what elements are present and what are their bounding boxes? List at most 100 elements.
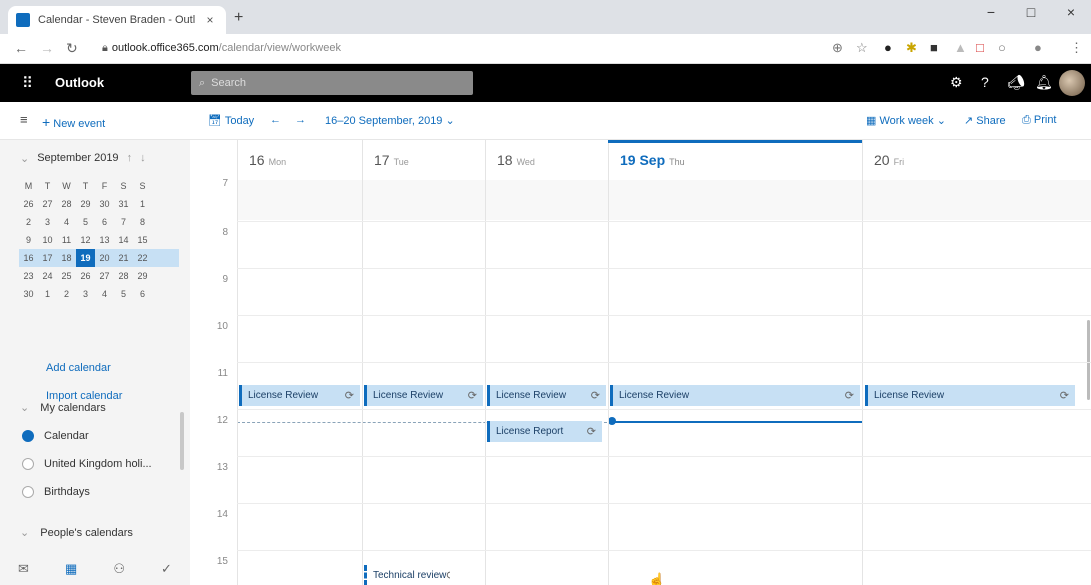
mini-calendar-day[interactable]: 30 [95, 195, 114, 213]
mini-calendar-day[interactable]: 31 [114, 195, 133, 213]
mini-calendar-day[interactable]: 10 [38, 231, 57, 249]
extension-red-icon[interactable]: □ [976, 40, 984, 55]
mini-calendar-day[interactable]: 3 [76, 285, 95, 303]
mini-calendar-day[interactable]: 8 [133, 213, 152, 231]
mini-calendar-day[interactable]: 17 [38, 249, 57, 267]
profile-icon[interactable]: ● [1034, 40, 1042, 55]
maximize-button[interactable]: □ [1011, 4, 1051, 20]
calendar-item-uk-holidays[interactable]: United Kingdom holi... [22, 458, 152, 470]
mini-calendar-day[interactable]: 4 [57, 213, 76, 231]
grid-scrollbar[interactable] [1087, 320, 1090, 400]
mini-calendar-day[interactable]: 1 [133, 195, 152, 213]
mini-calendar-day[interactable]: 22 [133, 249, 152, 267]
people-icon[interactable]: ⚇ [113, 561, 125, 577]
chrome-menu-icon[interactable]: ⋮ [1070, 40, 1083, 56]
new-tab-button[interactable]: + [234, 9, 243, 27]
mini-calendar-day[interactable]: 6 [133, 285, 152, 303]
mini-calendar-day[interactable]: 5 [114, 285, 133, 303]
help-icon[interactable]: ? [981, 74, 989, 90]
whats-new-megaphone-icon[interactable]: 📣︎ [1007, 74, 1025, 91]
share-button[interactable]: ↗ Share [964, 114, 1006, 127]
close-window-button[interactable]: × [1051, 4, 1091, 20]
next-week-arrow-icon[interactable]: → [295, 114, 306, 126]
url-field[interactable]: 🔒︎ outlook.office365.com/calendar/view/wo… [102, 42, 341, 55]
mini-calendar-day[interactable]: 30 [19, 285, 38, 303]
new-event-button[interactable]: + New event [42, 114, 105, 130]
mini-calendar-month[interactable]: September 2019 [37, 152, 118, 165]
mini-calendar-day[interactable]: 19 [76, 249, 95, 267]
previous-week-arrow-icon[interactable]: ← [270, 114, 281, 126]
mini-calendar-day[interactable]: 7 [114, 213, 133, 231]
mini-calendar-day[interactable]: 16 [19, 249, 38, 267]
tasks-icon[interactable]: ✓ [161, 561, 172, 577]
day-header-today[interactable]: 19 Sep Thu [608, 140, 862, 180]
date-range-picker[interactable]: 16–20 September, 2019 ⌄ [325, 114, 455, 127]
mini-calendar-day[interactable]: 26 [19, 195, 38, 213]
my-calendars-header[interactable]: ⌄ My calendars [20, 401, 106, 414]
site-settings-icon[interactable]: ⊕ [832, 40, 843, 56]
bookmark-star-icon[interactable]: ☆ [856, 40, 868, 56]
print-button[interactable]: ⎙ Print [1022, 114, 1057, 127]
mini-calendar-day[interactable]: 2 [19, 213, 38, 231]
mini-calendar-day[interactable]: 15 [133, 231, 152, 249]
mini-calendar-day[interactable]: 24 [38, 267, 57, 285]
calendar-event[interactable]: License Review ⟳ [239, 385, 360, 406]
mini-calendar-day[interactable]: 23 [19, 267, 38, 285]
notifications-bell-icon[interactable]: 🔔︎ [1035, 74, 1053, 91]
extension-dark-icon[interactable]: ● [884, 40, 892, 55]
calendar-icon[interactable]: ▦ [65, 561, 77, 577]
settings-gear-icon[interactable]: ⚙ [950, 74, 963, 91]
mini-calendar-day[interactable]: 26 [76, 267, 95, 285]
mini-calendar-day[interactable]: 29 [76, 195, 95, 213]
day-header[interactable]: 17 Tue [362, 140, 485, 180]
add-calendar-link[interactable]: Add calendar [46, 362, 111, 374]
mini-calendar-day[interactable]: 13 [95, 231, 114, 249]
mail-icon[interactable]: ✉ [18, 561, 29, 577]
calendar-event[interactable]: Technical review⟳ [364, 565, 450, 585]
today-button[interactable]: 📅︎ Today [208, 114, 254, 127]
calendar-item-birthdays[interactable]: Birthdays [22, 486, 90, 498]
mini-calendar-day[interactable]: 2 [57, 285, 76, 303]
left-pane-scrollbar[interactable] [180, 412, 184, 470]
minimize-button[interactable]: − [971, 4, 1011, 20]
reload-icon[interactable]: ↻ [66, 40, 78, 57]
tab-close-icon[interactable]: × [202, 13, 218, 27]
extension-drive-icon[interactable]: ▲ [954, 40, 967, 55]
back-arrow-icon[interactable]: ← [14, 40, 28, 56]
mini-calendar-day[interactable]: 6 [95, 213, 114, 231]
calendar-item-calendar[interactable]: Calendar [22, 430, 89, 442]
browser-tab[interactable]: Calendar - Steven Braden - Outl × [8, 6, 226, 34]
mini-calendar-day[interactable]: 9 [19, 231, 38, 249]
app-name[interactable]: Outlook [55, 75, 104, 90]
mini-calendar-day[interactable]: 1 [38, 285, 57, 303]
prev-month-arrow-icon[interactable]: ↑ [127, 152, 133, 165]
calendar-event[interactable]: License Review ⟳ [487, 385, 606, 406]
mini-calendar-day[interactable]: 20 [95, 249, 114, 267]
hamburger-menu-icon[interactable]: ≡ [20, 112, 28, 127]
mini-calendar-day[interactable]: 4 [95, 285, 114, 303]
mini-calendar-day[interactable]: 21 [114, 249, 133, 267]
day-header[interactable]: 20 Fri [862, 140, 1091, 180]
mini-calendar-day[interactable]: 12 [76, 231, 95, 249]
mini-calendar-day[interactable]: 14 [114, 231, 133, 249]
day-header[interactable]: 18 Wed [485, 140, 608, 180]
calendar-event[interactable]: License Review ⟳ [610, 385, 860, 406]
calendar-event[interactable]: License Review ⟳ [865, 385, 1075, 406]
mini-calendar-day[interactable]: 3 [38, 213, 57, 231]
mini-calendar-day[interactable]: 25 [57, 267, 76, 285]
mini-calendar-day[interactable]: 27 [38, 195, 57, 213]
mini-calendar-day[interactable]: 18 [57, 249, 76, 267]
extension-square-icon[interactable]: ■ [930, 40, 938, 55]
collapse-chevron-icon[interactable]: ⌄ [20, 152, 29, 165]
mini-calendar-day[interactable]: 28 [114, 267, 133, 285]
extension-circle-icon[interactable]: ○ [998, 40, 1006, 55]
mini-calendar-day[interactable]: 5 [76, 213, 95, 231]
mini-calendar-day[interactable]: 29 [133, 267, 152, 285]
user-avatar[interactable] [1059, 70, 1085, 96]
mini-calendar-day[interactable]: 28 [57, 195, 76, 213]
extension-gold-icon[interactable]: ✱ [906, 40, 917, 56]
app-launcher-icon[interactable]: ⠿ [22, 74, 33, 92]
day-header[interactable]: 16 Mon [237, 140, 362, 180]
peoples-calendars-header[interactable]: ⌄ People's calendars [20, 526, 133, 539]
search-box[interactable]: ⌕ Search [191, 71, 473, 95]
